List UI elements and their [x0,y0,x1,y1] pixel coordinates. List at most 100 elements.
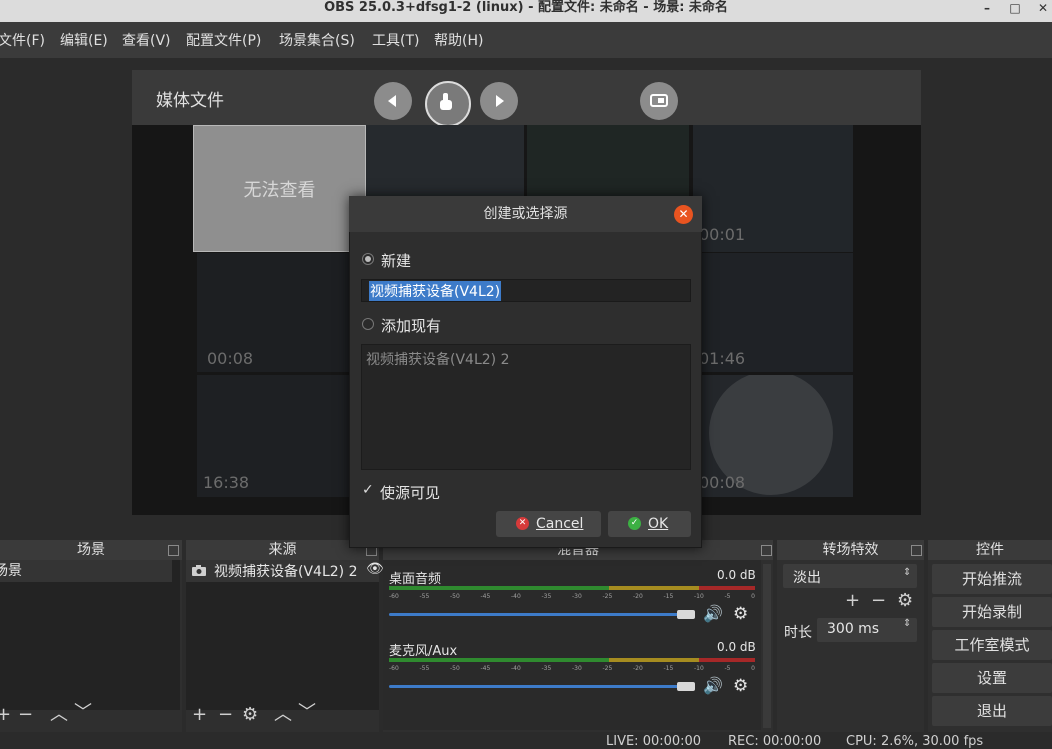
media-thumbnail[interactable]: 00:08 [197,253,359,372]
volume-slider[interactable] [389,685,689,688]
level-meter-green [389,658,609,662]
channel-name: 桌面音频 [389,572,442,587]
minimize-button[interactable]: – [976,0,998,18]
gear-icon[interactable]: ⚙ [733,676,748,696]
add-existing-label: 添加现有 [381,317,442,335]
duration-value: 300 ms [827,621,880,637]
source-name-input[interactable]: 视频捕获设备(V4L2) [361,279,691,302]
list-item[interactable]: 视频捕获设备(V4L2) 2 [366,349,509,369]
duration-input[interactable]: 300 ms ⇕ [817,618,917,642]
move-down-icon[interactable]: ﹀ [74,704,92,722]
media-thumbnail[interactable]: 00:01 [693,125,853,252]
existing-sources-list[interactable]: 视频捕获设备(V4L2) 2 [361,344,691,470]
new-label: 新建 [381,252,412,270]
source-name: 视频捕获设备(V4L2) 2 [214,564,358,580]
speaker-icon[interactable]: 🔊 [703,676,723,695]
previous-button[interactable] [374,82,412,120]
volume-slider-handle[interactable] [677,610,695,619]
menu-scene-collection[interactable]: 场景集合(S) [279,30,355,50]
menu-profile[interactable]: 配置文件(P) [186,30,261,50]
scenes-dock-title: 场景 [0,540,182,560]
eye-icon[interactable]: 👁 [366,561,384,577]
sources-list[interactable]: 视频捕获设备(V4L2) 2 👁 [186,560,384,710]
radio-new[interactable] [362,253,374,265]
move-up-icon[interactable]: ︿ [50,706,68,724]
cpu-status: CPU: 2.6%, 30.00 fps [846,734,984,749]
remove-icon[interactable]: − [18,706,33,724]
thumbnail-timestamp: 00:01 [699,225,746,244]
media-thumbnail[interactable]: 16:38 [197,375,359,497]
next-button[interactable] [480,82,518,120]
volume-slider-handle[interactable] [677,682,695,691]
menu-edit[interactable]: 编辑(E) [60,30,108,50]
thumbnail-timestamp: 00:08 [699,473,746,492]
touch-button[interactable] [425,81,471,127]
media-thumbnail[interactable]: 00:08 [693,375,853,497]
gear-icon[interactable]: ⚙ [897,592,913,610]
ok-button[interactable]: ✓ OK [608,511,691,537]
spin-arrows-icon[interactable]: ⇕ [903,618,911,629]
move-down-icon[interactable]: ﹀ [298,704,316,722]
arrow-left-icon [388,95,396,107]
scenes-list[interactable]: 场景 [0,560,180,710]
close-icon: ✕ [678,207,689,221]
cancel-button[interactable]: ✕ Cancel [496,511,601,537]
source-name-value: 视频捕获设备(V4L2) [369,281,502,301]
settings-button[interactable]: 设置 [932,663,1052,693]
cancel-icon: ✕ [516,517,529,530]
radio-add-existing[interactable] [362,318,374,330]
list-item[interactable]: 视频捕获设备(V4L2) 2 👁 [186,560,384,582]
thumbnail-timestamp: 16:38 [203,473,250,492]
level-meter-yellow [609,586,699,590]
speaker-icon[interactable]: 🔊 [703,604,723,623]
move-up-icon[interactable]: ︿ [274,706,292,724]
transitions-dock: 转场特效 淡出 ⇕ + − ⚙ 时长 300 ms ⇕ [777,540,924,732]
exit-button[interactable]: 退出 [932,696,1052,726]
volume-slider[interactable] [389,613,689,616]
channel-name: 麦克风/Aux [389,644,458,659]
live-status: LIVE: 00:00:00 [606,734,702,749]
gear-icon[interactable]: ⚙ [733,604,748,624]
remove-icon[interactable]: − [871,592,886,610]
checkmark-icon[interactable]: ✓ [362,482,374,498]
start-recording-button[interactable]: 开始录制 [932,597,1052,627]
layout-toggle-button[interactable] [640,82,678,120]
list-item[interactable]: 场景 [0,560,172,582]
add-icon[interactable]: + [0,706,11,724]
unavailable-label: 无法查看 [243,180,316,201]
transitions-dock-title: 转场特效 [777,540,924,560]
transition-select[interactable]: 淡出 ⇕ [783,564,917,588]
menu-view[interactable]: 查看(V) [122,30,171,50]
level-meter-green [389,586,609,590]
undock-icon[interactable] [168,545,179,556]
mixer-scrollbar[interactable] [763,564,771,728]
media-thumbnail[interactable]: 01:46 [693,253,853,372]
remove-icon[interactable]: − [218,706,233,724]
duration-label: 时长 [784,625,812,641]
undock-icon[interactable] [911,545,922,556]
arrow-right-icon [496,95,504,107]
channel-db: 0.0 dB [717,640,756,654]
sources-dock: 来源 视频捕获设备(V4L2) 2 👁 + − ⚙ ︿ ﹀ [186,540,384,732]
menu-tools[interactable]: 工具(T) [372,30,419,50]
undock-icon[interactable] [761,545,772,556]
rec-status: REC: 00:00:00 [728,734,822,749]
add-icon[interactable]: + [845,592,860,610]
dialog-close-button[interactable]: ✕ [674,205,693,224]
unavailable-thumbnail[interactable]: 无法查看 [193,125,366,252]
close-window-button[interactable]: ✕ [1032,0,1052,18]
media-browser-header [132,70,921,125]
studio-mode-button[interactable]: 工作室模式 [932,630,1052,660]
gear-icon[interactable]: ⚙ [242,706,258,724]
menu-file[interactable]: 文件(F) [0,30,45,50]
picture-in-picture-icon [650,94,668,107]
maximize-button[interactable]: □ [1004,0,1026,18]
menu-help[interactable]: 帮助(H) [434,30,483,50]
make-visible-label: 使源可见 [380,484,441,502]
window-title: OBS 25.0.3+dfsg1-2 (linux) - 配置文件: 未命名 -… [324,0,728,15]
spin-arrows-icon: ⇕ [903,567,912,578]
start-streaming-button[interactable]: 开始推流 [932,564,1052,594]
add-icon[interactable]: + [192,706,207,724]
mixer-dock: 混音器 桌面音频 0.0 dB -60 -55 -50 -45 -40 -35 -30 -25… [383,540,773,732]
ok-label: OK [648,516,669,532]
